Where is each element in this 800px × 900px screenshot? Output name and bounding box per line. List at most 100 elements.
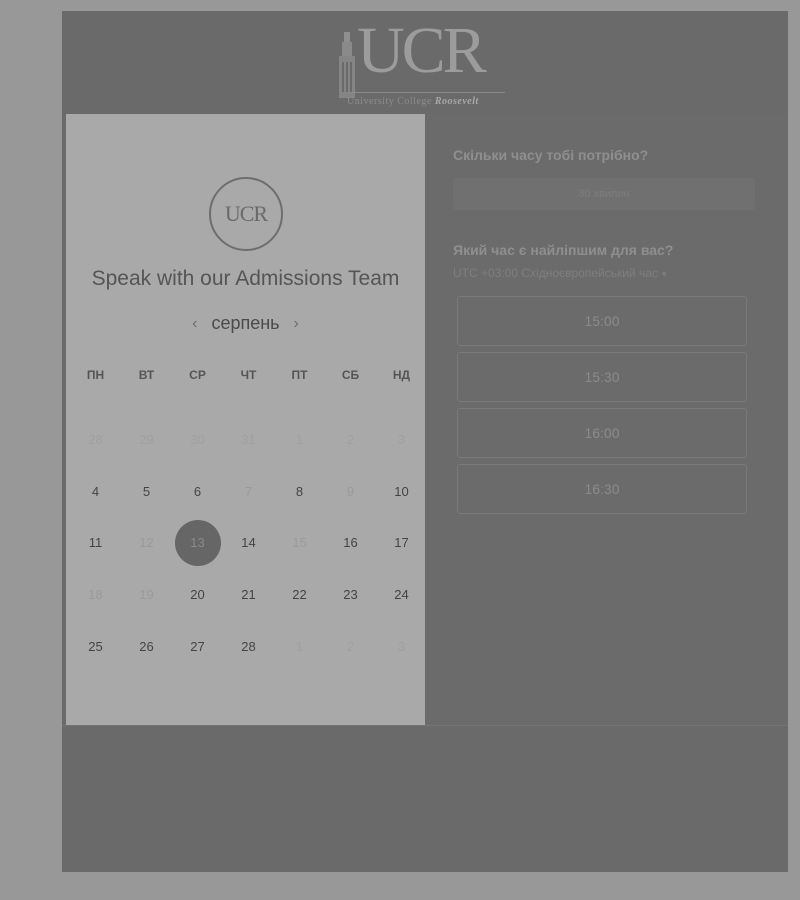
- calendar-day-label: 20: [190, 587, 205, 603]
- calendar-day: 3: [376, 620, 427, 672]
- calendar-day[interactable]: 16: [325, 517, 376, 569]
- calendar-day-label: 2: [346, 432, 355, 448]
- logo-subtitle-bold: Roosevelt: [434, 96, 479, 107]
- duration-option-button[interactable]: 30 хвилин: [453, 178, 755, 210]
- calendar-day: 31: [223, 414, 274, 466]
- calendar-day[interactable]: 6: [172, 466, 223, 518]
- calendar-day-label: 13: [174, 519, 221, 566]
- calendar-day-label: 3: [397, 432, 406, 448]
- calendar-day[interactable]: 17: [376, 517, 427, 569]
- timezone-select[interactable]: UTC +03:00 Східноєвропейський час ▾: [453, 266, 666, 280]
- calendar-day: 2: [325, 620, 376, 672]
- calendar-day-label: 4: [91, 483, 100, 499]
- calendar-day-label: 9: [346, 483, 355, 499]
- panel-divider: [62, 725, 788, 726]
- calendar-day-label: 19: [139, 587, 154, 603]
- calendar-day-label: 24: [394, 587, 409, 603]
- calendar-day-label: 22: [292, 587, 307, 603]
- badge-text: UCR: [224, 201, 268, 226]
- calendar-day-label: 7: [244, 483, 253, 499]
- ucr-logo: UCR University College Roosevelt: [335, 18, 515, 107]
- weekday-label: ПТ: [291, 368, 308, 382]
- month-navigation: ‹ серпень ›: [66, 313, 425, 334]
- logo-text: UCR: [357, 14, 487, 87]
- calendar-day[interactable]: 10: [376, 466, 427, 518]
- calendar-day-label: 5: [142, 483, 151, 499]
- calendar-day[interactable]: 23: [325, 569, 376, 621]
- calendar-day-label: 16: [343, 535, 358, 551]
- calendar-day-label: 30: [190, 432, 205, 448]
- calendar-day[interactable]: 26: [121, 620, 172, 672]
- calendar-day-label: 25: [88, 638, 103, 654]
- calendar-day: 2: [325, 414, 376, 466]
- calendar-day[interactable]: 21: [223, 569, 274, 621]
- calendar-day: 28: [70, 414, 121, 466]
- calendar-day: 30: [172, 414, 223, 466]
- calendar-day[interactable]: 20: [172, 569, 223, 621]
- calendar-day-label: 21: [241, 587, 256, 603]
- calendar-day[interactable]: 4: [70, 466, 121, 518]
- calendar-day-label: 6: [193, 483, 202, 499]
- calendar-day-label: 17: [394, 535, 409, 551]
- calendar-day-label: 31: [241, 432, 256, 448]
- calendar-day: 1: [274, 414, 325, 466]
- calendar-day[interactable]: 5: [121, 466, 172, 518]
- tower-icon: [339, 32, 355, 98]
- calendar-day-label: 1: [295, 638, 304, 654]
- calendar-day-label: 12: [139, 535, 154, 551]
- header: UCR University College Roosevelt: [62, 11, 788, 113]
- calendar-day-label: 3: [397, 638, 406, 654]
- prev-month-button[interactable]: ‹: [192, 315, 197, 333]
- time-slot-list: 15:00 15:30 16:00 16:30: [457, 296, 747, 520]
- calendar-day[interactable]: 27: [172, 620, 223, 672]
- duration-question: Скільки часу тобі потрібно?: [453, 147, 649, 163]
- calendar-day-label: 23: [343, 587, 358, 603]
- calendar-day: 18: [70, 569, 121, 621]
- calendar-day: 3: [376, 414, 427, 466]
- calendar-day[interactable]: 11: [70, 517, 121, 569]
- booking-page: UCR University College Roosevelt UCR Spe…: [62, 11, 788, 872]
- calendar-day-label: 8: [295, 483, 304, 499]
- calendar-day[interactable]: 24: [376, 569, 427, 621]
- calendar-day: 19: [121, 569, 172, 621]
- calendar-grid: 28 29 30 31 1 2 3 4 5 6 7 8 9 10 11 12 13 14 15 16 17 18 19 20 2…: [70, 414, 426, 672]
- calendar-day: 12: [121, 517, 172, 569]
- time-slot-button[interactable]: 15:30: [457, 352, 747, 402]
- month-label: серпень: [211, 313, 280, 333]
- time-slot-button[interactable]: 16:00: [457, 408, 747, 458]
- calendar-day: 15: [274, 517, 325, 569]
- calendar-day-label: 18: [88, 587, 103, 603]
- calendar-day[interactable]: 28: [223, 620, 274, 672]
- time-panel: Скільки часу тобі потрібно? 30 хвилин Як…: [425, 114, 788, 725]
- weekday-label: ПН: [86, 368, 105, 382]
- calendar-panel: UCR Speak with our Admissions Team ‹ сер…: [66, 114, 425, 725]
- calendar-day-selected[interactable]: 13: [172, 517, 223, 569]
- weekday-label: СБ: [341, 368, 360, 382]
- calendar-day-label: 29: [139, 432, 154, 448]
- next-month-button[interactable]: ›: [294, 315, 299, 333]
- time-slot-button[interactable]: 16:30: [457, 464, 747, 514]
- time-question: Який час є найліпшим для вас?: [453, 242, 674, 258]
- weekday-label: СР: [189, 368, 206, 382]
- calendar-day-label: 15: [292, 535, 307, 551]
- calendar-day-label: 28: [88, 432, 103, 448]
- logo-subtitle-plain: University College: [347, 96, 432, 107]
- logo-subtitle: University College Roosevelt: [347, 96, 479, 107]
- time-slot-button[interactable]: 15:00: [457, 296, 747, 346]
- weekday-label: ВТ: [138, 368, 155, 382]
- calendar-day[interactable]: 14: [223, 517, 274, 569]
- weekday-label: НД: [392, 368, 411, 382]
- calendar-day[interactable]: 25: [70, 620, 121, 672]
- chevron-down-icon: ▾: [661, 269, 667, 279]
- calendar-day[interactable]: 8: [274, 466, 325, 518]
- calendar-day-label: 28: [241, 638, 256, 654]
- calendar-day-label: 26: [139, 638, 154, 654]
- calendar-day-label: 2: [346, 638, 355, 654]
- calendar-day: 1: [274, 620, 325, 672]
- calendar-day-label: 27: [190, 638, 205, 654]
- weekday-label: ЧТ: [240, 368, 257, 382]
- logo-divider: [347, 92, 505, 93]
- timezone-label: UTC +03:00 Східноєвропейський час: [453, 266, 658, 280]
- weekday-header: ПН ВТ СР ЧТ ПТ СБ НД: [70, 368, 426, 382]
- calendar-day[interactable]: 22: [274, 569, 325, 621]
